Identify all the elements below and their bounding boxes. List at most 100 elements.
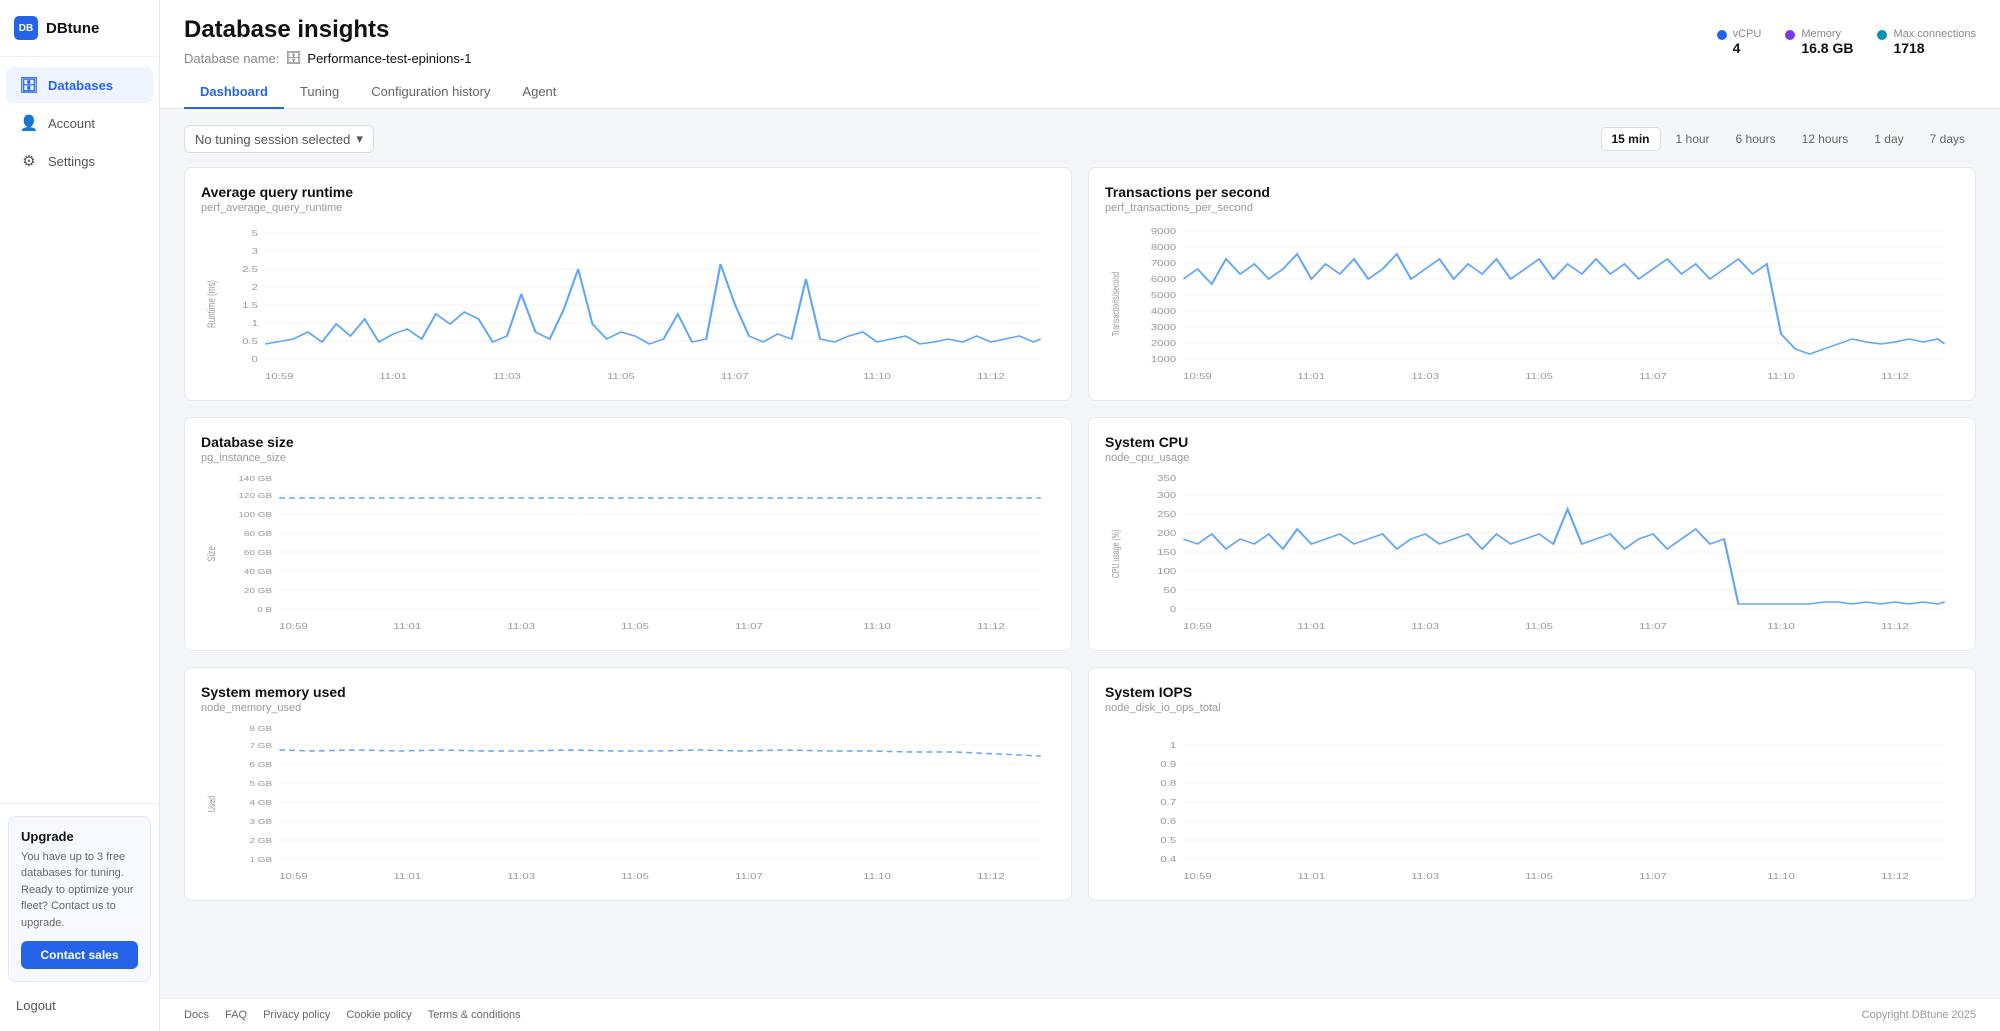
svg-text:11:07: 11:07 [735,622,763,631]
svg-text:11:01: 11:01 [1298,372,1326,381]
chart-database-size-title: Database size [201,434,1055,450]
svg-text:11:12: 11:12 [1881,372,1909,381]
sidebar-item-settings[interactable]: ⚙ Settings [6,143,153,179]
svg-text:11:03: 11:03 [1411,872,1439,881]
chart-avg-query-runtime-area: 0 0.5 1 1.5 2 2.5 3 5 Runtime (ms) 10:59 [201,224,1055,384]
svg-text:9000: 9000 [1151,227,1177,236]
time-btn-15min[interactable]: 15 min [1601,127,1661,151]
svg-text:1000: 1000 [1151,355,1177,364]
db-name-row: Database name: 🗄 Performance-test-epinio… [184,50,471,66]
chart-database-size-svg: 0 B 20 GB 40 GB 60 GB 80 GB 100 GB 120 G… [201,474,1055,634]
svg-text:4 GB: 4 GB [249,798,272,806]
page-title: Database insights [184,16,471,44]
chart-system-iops-subtitle: node_disk_io_ops_total [1105,702,1959,714]
memory-value: 16.8 GB [1801,40,1853,56]
session-select[interactable]: No tuning session selected ▾ [184,125,374,153]
db-name-label: Database name: [184,51,279,66]
svg-text:11:03: 11:03 [507,872,535,881]
svg-text:11:05: 11:05 [621,622,649,631]
footer-copyright: Copyright DBtune 2025 [1862,1009,1976,1021]
time-btn-12hours[interactable]: 12 hours [1791,127,1860,151]
svg-text:10:59: 10:59 [279,622,307,631]
svg-text:80 GB: 80 GB [244,529,273,537]
vcpu-info: vCPU 4 [1733,28,1762,56]
svg-text:11:12: 11:12 [1881,622,1909,631]
svg-text:0.4: 0.4 [1160,855,1176,864]
tab-dashboard[interactable]: Dashboard [184,76,284,109]
svg-text:40 GB: 40 GB [244,567,273,575]
time-btn-6hours[interactable]: 6 hours [1725,127,1787,151]
svg-text:0.7: 0.7 [1160,798,1176,807]
footer-cookie[interactable]: Cookie policy [346,1009,411,1021]
databases-icon: 🗄 [20,76,38,94]
sidebar-item-settings-label: Settings [48,154,95,169]
tab-configuration-history[interactable]: Configuration history [355,76,506,109]
chart-system-cpu-subtitle: node_cpu_usage [1105,452,1959,464]
svg-text:11:10: 11:10 [1767,622,1795,631]
svg-text:140 GB: 140 GB [238,474,272,482]
svg-text:Size: Size [206,546,219,562]
svg-text:11:12: 11:12 [977,872,1005,881]
svg-text:11:05: 11:05 [621,872,649,881]
svg-text:11:05: 11:05 [1525,622,1553,631]
tab-agent[interactable]: Agent [506,76,572,109]
svg-text:2: 2 [252,283,258,292]
svg-text:11:01: 11:01 [394,622,422,631]
footer-faq[interactable]: FAQ [225,1009,247,1021]
charts-grid: Average query runtime perf_average_query… [184,167,1976,901]
sidebar-item-account[interactable]: 👤 Account [6,105,153,141]
upgrade-card: Upgrade You have up to 3 free databases … [8,816,151,983]
toolbar-row: No tuning session selected ▾ 15 min 1 ho… [184,125,1976,153]
svg-text:1 GB: 1 GB [249,855,272,863]
svg-text:2000: 2000 [1151,339,1177,348]
chart-system-cpu-area: 0 50 100 150 200 250 300 350 CPU usage (… [1105,474,1959,634]
svg-text:300: 300 [1157,491,1177,500]
sidebar-item-databases[interactable]: 🗄 Databases [6,67,153,103]
svg-text:5000: 5000 [1151,291,1177,300]
db-name-value: Performance-test-epinions-1 [307,51,471,66]
chart-system-cpu-title: System CPU [1105,434,1959,450]
memory-info: Memory 16.8 GB [1801,28,1853,56]
svg-text:10:59: 10:59 [279,872,307,881]
svg-text:150: 150 [1157,548,1177,557]
svg-text:0.6: 0.6 [1160,817,1176,826]
svg-text:120 GB: 120 GB [238,491,272,499]
svg-text:11:10: 11:10 [1767,372,1795,381]
footer-privacy[interactable]: Privacy policy [263,1009,330,1021]
time-btn-7days[interactable]: 7 days [1919,127,1976,151]
svg-text:0.8: 0.8 [1160,779,1176,788]
svg-text:5 GB: 5 GB [249,779,272,787]
logout-link[interactable]: Logout [8,992,151,1019]
chart-avg-query-runtime: Average query runtime perf_average_query… [184,167,1072,401]
time-btn-1hour[interactable]: 1 hour [1665,127,1721,151]
chart-system-iops-title: System IOPS [1105,684,1959,700]
sidebar: DB DBtune 🗄 Databases 👤 Account ⚙ Settin… [0,0,160,1031]
chart-system-iops: System IOPS node_disk_io_ops_total 0.4 0… [1088,667,1976,901]
svg-text:11:03: 11:03 [493,372,521,381]
sidebar-logo: DB DBtune [0,0,159,57]
main-header: Database insights Database name: 🗄 Perfo… [160,0,2000,109]
max-connections-label: Max connections [1893,28,1976,40]
chart-transactions-svg: 1000 2000 3000 4000 5000 6000 7000 8000 … [1105,224,1959,384]
chart-database-size: Database size pg_instance_size 0 B 20 GB [184,417,1072,651]
svg-text:2.5: 2.5 [242,265,258,274]
svg-text:0.9: 0.9 [1160,760,1176,769]
memory-label: Memory [1801,28,1853,40]
time-btn-1day[interactable]: 1 day [1863,127,1914,151]
tab-tuning[interactable]: Tuning [284,76,355,109]
sidebar-item-account-label: Account [48,116,95,131]
svg-text:11:03: 11:03 [1411,372,1439,381]
memory-dot [1785,30,1795,40]
footer-terms[interactable]: Terms & conditions [428,1009,521,1021]
contact-sales-button[interactable]: Contact sales [21,941,138,969]
svg-text:350: 350 [1157,474,1177,483]
svg-text:11:12: 11:12 [977,622,1005,631]
chart-database-size-subtitle: pg_instance_size [201,452,1055,464]
tabs: Dashboard Tuning Configuration history A… [184,76,1976,108]
chart-transactions-per-second: Transactions per second perf_transaction… [1088,167,1976,401]
time-filters: 15 min 1 hour 6 hours 12 hours 1 day 7 d… [1601,127,1977,151]
chart-system-memory-subtitle: node_memory_used [201,702,1055,714]
max-connections-value: 1718 [1893,40,1976,56]
footer-docs[interactable]: Docs [184,1009,209,1021]
svg-text:11:01: 11:01 [1298,872,1326,881]
